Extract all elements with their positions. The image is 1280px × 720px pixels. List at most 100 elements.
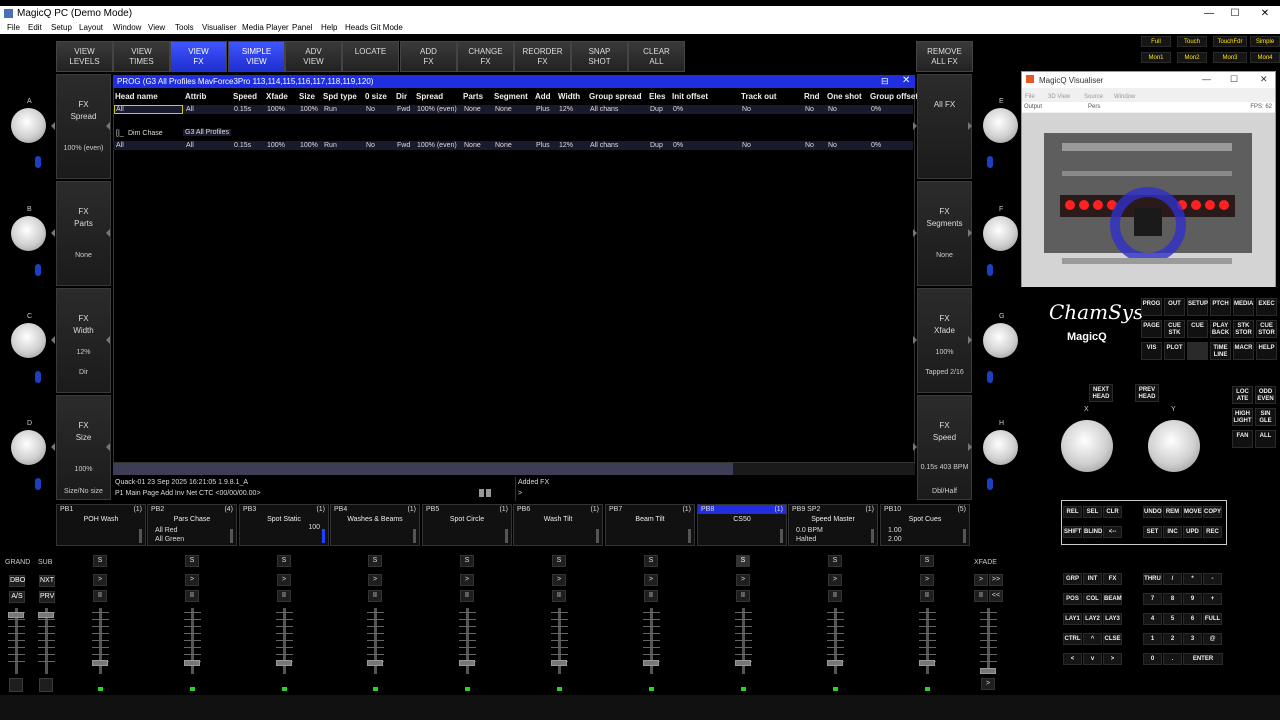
prog-key-rec[interactable]: REC bbox=[1203, 526, 1222, 538]
window-key-macr[interactable]: MACR bbox=[1233, 342, 1254, 360]
menu-setup[interactable]: Setup bbox=[51, 23, 72, 32]
go-button[interactable]: > bbox=[552, 574, 566, 586]
select-key-odd-even[interactable]: ODD EVEN bbox=[1255, 386, 1276, 404]
menu-media-player[interactable]: Media Player bbox=[242, 23, 289, 32]
keypad-thru[interactable]: THRU bbox=[1143, 573, 1162, 585]
keypad-enter[interactable]: ENTER bbox=[1183, 653, 1223, 665]
grand-fader-handle[interactable] bbox=[8, 612, 24, 618]
x-wheel[interactable] bbox=[1061, 420, 1113, 472]
keypad-9[interactable]: 9 bbox=[1183, 593, 1202, 605]
close-button[interactable]: ✕ bbox=[1252, 6, 1278, 21]
prog-key-copy[interactable]: COPY bbox=[1203, 506, 1222, 518]
fader-handle[interactable] bbox=[735, 660, 751, 666]
table-cell[interactable]: Plus bbox=[536, 142, 550, 149]
prog-key-sel[interactable]: SEL bbox=[1083, 506, 1102, 518]
view-key-touchfdr[interactable]: TouchFdr bbox=[1213, 36, 1247, 47]
next-head-button[interactable]: NEXT HEAD bbox=[1089, 384, 1113, 402]
keypad--[interactable]: < bbox=[1063, 653, 1082, 665]
scroll-thumb[interactable] bbox=[113, 463, 733, 475]
flash-button[interactable]: S bbox=[460, 555, 474, 567]
menu-help[interactable]: Help bbox=[321, 23, 337, 32]
keypad-6[interactable]: 6 bbox=[1183, 613, 1202, 625]
keypad-4[interactable]: 4 bbox=[1143, 613, 1162, 625]
table-cell[interactable]: 100% bbox=[300, 106, 318, 113]
prog-key--[interactable]: <-- bbox=[1103, 526, 1122, 538]
table-cell[interactable]: All bbox=[186, 142, 194, 149]
encoder-knob-g[interactable] bbox=[983, 323, 1018, 358]
xfade-button[interactable]: >> bbox=[989, 574, 1003, 586]
table-cell[interactable]: Run bbox=[324, 142, 337, 149]
encoder-knob-b[interactable] bbox=[11, 216, 46, 251]
softkey-right-all-fx[interactable]: All FX bbox=[917, 74, 972, 179]
table-cell[interactable]: None bbox=[464, 142, 481, 149]
key-nxt[interactable]: NXT bbox=[39, 575, 55, 587]
window-key-cue[interactable]: CUE bbox=[1187, 320, 1208, 338]
go-button[interactable]: > bbox=[93, 574, 107, 586]
key-prv[interactable]: PRV bbox=[39, 591, 55, 603]
table-cell[interactable]: No bbox=[366, 106, 375, 113]
table-cell[interactable]: 0% bbox=[673, 142, 683, 149]
window-key-cue-stk[interactable]: CUE STK bbox=[1164, 320, 1185, 338]
table-cell[interactable]: 0.15s bbox=[234, 142, 251, 149]
table-cell[interactable]: 100% bbox=[267, 106, 285, 113]
prog-key-upd[interactable]: UPD bbox=[1183, 526, 1202, 538]
table-cell[interactable]: Dup bbox=[650, 142, 663, 149]
menu-layout[interactable]: Layout bbox=[79, 23, 103, 32]
fader-handle[interactable] bbox=[92, 660, 108, 666]
pause-button[interactable]: II bbox=[920, 590, 934, 602]
encoder-knob-d[interactable] bbox=[11, 430, 46, 465]
prev-head-button[interactable]: PREV HEAD bbox=[1135, 384, 1159, 402]
select-key-all[interactable]: ALL bbox=[1255, 430, 1276, 448]
keypad-7[interactable]: 7 bbox=[1143, 593, 1162, 605]
encoder-knob-a[interactable] bbox=[11, 108, 46, 143]
playback-4[interactable]: PB4 (1) Washes & Beams bbox=[330, 504, 420, 546]
vis-menu-file[interactable]: File bbox=[1025, 94, 1035, 100]
view-key-mon1[interactable]: Mon1 bbox=[1141, 52, 1171, 63]
softkey-right-fx-speed[interactable]: FX Speed 0.15s 403 BPM Dbl/Half bbox=[917, 395, 972, 500]
keypad-pos[interactable]: POS bbox=[1063, 593, 1082, 605]
table-cell[interactable]: All bbox=[186, 106, 194, 113]
flash-button[interactable]: S bbox=[93, 555, 107, 567]
prog-key-blind[interactable]: BLIND bbox=[1083, 526, 1102, 538]
menu-view[interactable]: View bbox=[148, 23, 165, 32]
xfade-go-button[interactable]: > bbox=[981, 678, 995, 690]
table-cell[interactable]: Fwd bbox=[397, 142, 410, 149]
table-cell[interactable]: Run bbox=[324, 106, 337, 113]
playback-1[interactable]: PB1 (1) POH Wash bbox=[56, 504, 146, 546]
playback-3[interactable]: PB3 (1) Spot Static 100 bbox=[239, 504, 329, 546]
table-cell[interactable]: No bbox=[828, 142, 837, 149]
table-cell[interactable]: 0% bbox=[673, 106, 683, 113]
prog-key-undo[interactable]: UNDO bbox=[1143, 506, 1162, 518]
keypad-0[interactable]: 0 bbox=[1143, 653, 1162, 665]
keypad--[interactable]: + bbox=[1203, 593, 1222, 605]
playback-9[interactable]: PB9 SP2 (1) Speed Master 0.0 BPM Halted bbox=[788, 504, 878, 546]
select-key-loc-ate[interactable]: LOC ATE bbox=[1232, 386, 1253, 404]
playback-2[interactable]: PB2 (4) Pars Chase All Red All Green bbox=[147, 504, 237, 546]
keypad-int[interactable]: INT bbox=[1083, 573, 1102, 585]
keypad--[interactable]: * bbox=[1183, 573, 1202, 585]
encoder-knob-h[interactable] bbox=[983, 430, 1018, 465]
table-cell[interactable]: 12% bbox=[559, 106, 573, 113]
softkey-left-fx-parts[interactable]: FX Parts None bbox=[56, 181, 111, 286]
menu-visualiser[interactable]: Visualiser bbox=[202, 23, 237, 32]
window-key-page[interactable]: PAGE bbox=[1141, 320, 1162, 338]
window-key-exec[interactable]: EXEC bbox=[1256, 298, 1277, 316]
view-key-simple[interactable]: Simple bbox=[1250, 36, 1280, 47]
softkey-left-fx-spread[interactable]: FX Spread 100% (even) bbox=[56, 74, 111, 179]
flash-button[interactable]: S bbox=[828, 555, 842, 567]
pause-button[interactable]: II bbox=[93, 590, 107, 602]
keypad--[interactable]: > bbox=[1103, 653, 1122, 665]
keypad-beam[interactable]: BEAM bbox=[1103, 593, 1122, 605]
maximize-button[interactable]: ☐ bbox=[1222, 6, 1248, 21]
close-icon[interactable]: ✕ bbox=[902, 75, 910, 86]
xfade-button[interactable]: > bbox=[974, 574, 988, 586]
flash-button[interactable]: S bbox=[277, 555, 291, 567]
table-cell[interactable]: All bbox=[116, 142, 124, 149]
horizontal-scrollbar[interactable] bbox=[113, 463, 915, 475]
table-cell[interactable]: None bbox=[464, 106, 481, 113]
fader-handle[interactable] bbox=[459, 660, 475, 666]
playback-5[interactable]: PB5 (1) Spot Circle bbox=[422, 504, 512, 546]
keypad-fx[interactable]: FX bbox=[1103, 573, 1122, 585]
flash-button[interactable]: S bbox=[552, 555, 566, 567]
topkey-simple-view[interactable]: SIMPLE VIEW bbox=[228, 41, 285, 72]
